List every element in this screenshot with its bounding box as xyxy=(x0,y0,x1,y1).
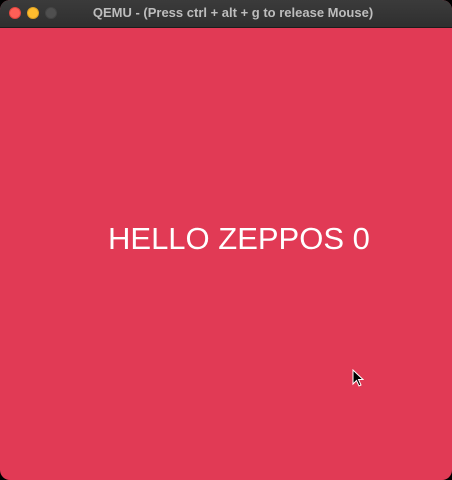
mouse-pointer-icon xyxy=(352,369,364,387)
hello-label: HELLO ZEPPOS 0 xyxy=(108,221,370,256)
title-bar[interactable]: QEMU - (Press ctrl + alt + g to release … xyxy=(0,0,452,28)
qemu-window: QEMU - (Press ctrl + alt + g to release … xyxy=(0,0,452,480)
emulator-screen[interactable]: HELLO ZEPPOS 0 xyxy=(0,28,452,480)
window-title: QEMU - (Press ctrl + alt + g to release … xyxy=(92,5,374,20)
